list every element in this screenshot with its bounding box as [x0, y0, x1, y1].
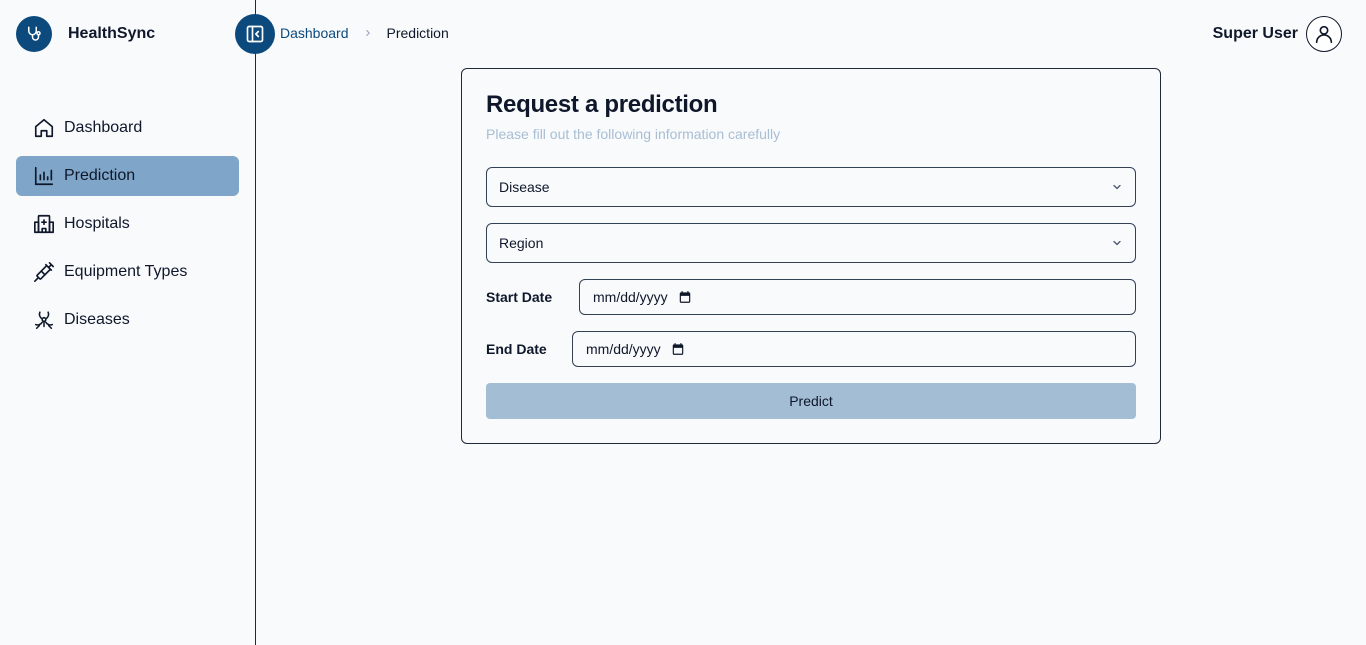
chevron-down-icon: [1111, 237, 1123, 249]
brand-name: HealthSync: [68, 25, 156, 42]
sidebar-item-label: Diseases: [64, 311, 130, 328]
sidebar-nav: Dashboard Prediction Hospitals Equipment…: [16, 108, 239, 348]
panel-collapse-icon: [245, 24, 265, 44]
predict-button[interactable]: Predict: [486, 383, 1136, 419]
sidebar-item-equipment-types[interactable]: Equipment Types: [16, 252, 239, 292]
region-select[interactable]: Region: [486, 223, 1136, 263]
user-menu: Super User: [1213, 16, 1342, 52]
form-subtitle: Please fill out the following informatio…: [486, 126, 781, 142]
home-icon: [32, 116, 56, 140]
disease-select[interactable]: Disease: [486, 167, 1136, 207]
biohazard-icon: [32, 308, 56, 332]
calendar-icon[interactable]: [671, 342, 685, 356]
calendar-icon[interactable]: [678, 290, 692, 304]
sidebar: HealthSync Dashboard Prediction Hospital…: [0, 0, 256, 645]
chevron-down-icon: [1111, 181, 1123, 193]
prediction-form-card: Request a prediction Please fill out the…: [461, 68, 1161, 444]
breadcrumb-current: Prediction: [386, 25, 449, 41]
end-date-placeholder: mm/dd/yyyy: [586, 341, 661, 357]
stethoscope-icon: [16, 16, 52, 52]
region-select-value: Region: [499, 235, 544, 251]
sidebar-item-label: Prediction: [64, 167, 136, 184]
chevron-right-icon: [363, 28, 373, 38]
end-date-label: End Date: [486, 341, 547, 357]
sidebar-item-label: Dashboard: [64, 119, 143, 136]
user-name: Super User: [1212, 25, 1298, 42]
user-avatar-button[interactable]: [1306, 16, 1342, 52]
end-date-row: End Date mm/dd/yyyy: [486, 331, 1136, 367]
end-date-input[interactable]: mm/dd/yyyy: [572, 331, 1136, 367]
sidebar-item-label: Equipment Types: [64, 263, 188, 280]
brand[interactable]: HealthSync: [16, 16, 155, 52]
sidebar-item-hospitals[interactable]: Hospitals: [16, 204, 239, 244]
sidebar-item-label: Hospitals: [64, 215, 130, 232]
start-date-input[interactable]: mm/dd/yyyy: [579, 279, 1136, 315]
bar-chart-icon: [32, 164, 56, 188]
form-title: Request a prediction: [486, 91, 718, 118]
disease-select-value: Disease: [499, 179, 550, 195]
user-icon: [1313, 23, 1335, 45]
syringe-icon: [32, 260, 56, 284]
start-date-label: Start Date: [486, 289, 553, 305]
start-date-placeholder: mm/dd/yyyy: [593, 289, 668, 305]
sidebar-collapse-button[interactable]: [235, 14, 275, 54]
hospital-icon: [32, 212, 56, 236]
breadcrumb-link-dashboard[interactable]: Dashboard: [280, 25, 349, 41]
app-root: HealthSync Dashboard Prediction Hospital…: [0, 0, 1366, 645]
start-date-row: Start Date mm/dd/yyyy: [486, 279, 1136, 315]
breadcrumb: Dashboard Prediction: [280, 25, 449, 41]
sidebar-item-dashboard[interactable]: Dashboard: [16, 108, 239, 148]
sidebar-item-prediction[interactable]: Prediction: [16, 156, 239, 196]
sidebar-item-diseases[interactable]: Diseases: [16, 300, 239, 340]
